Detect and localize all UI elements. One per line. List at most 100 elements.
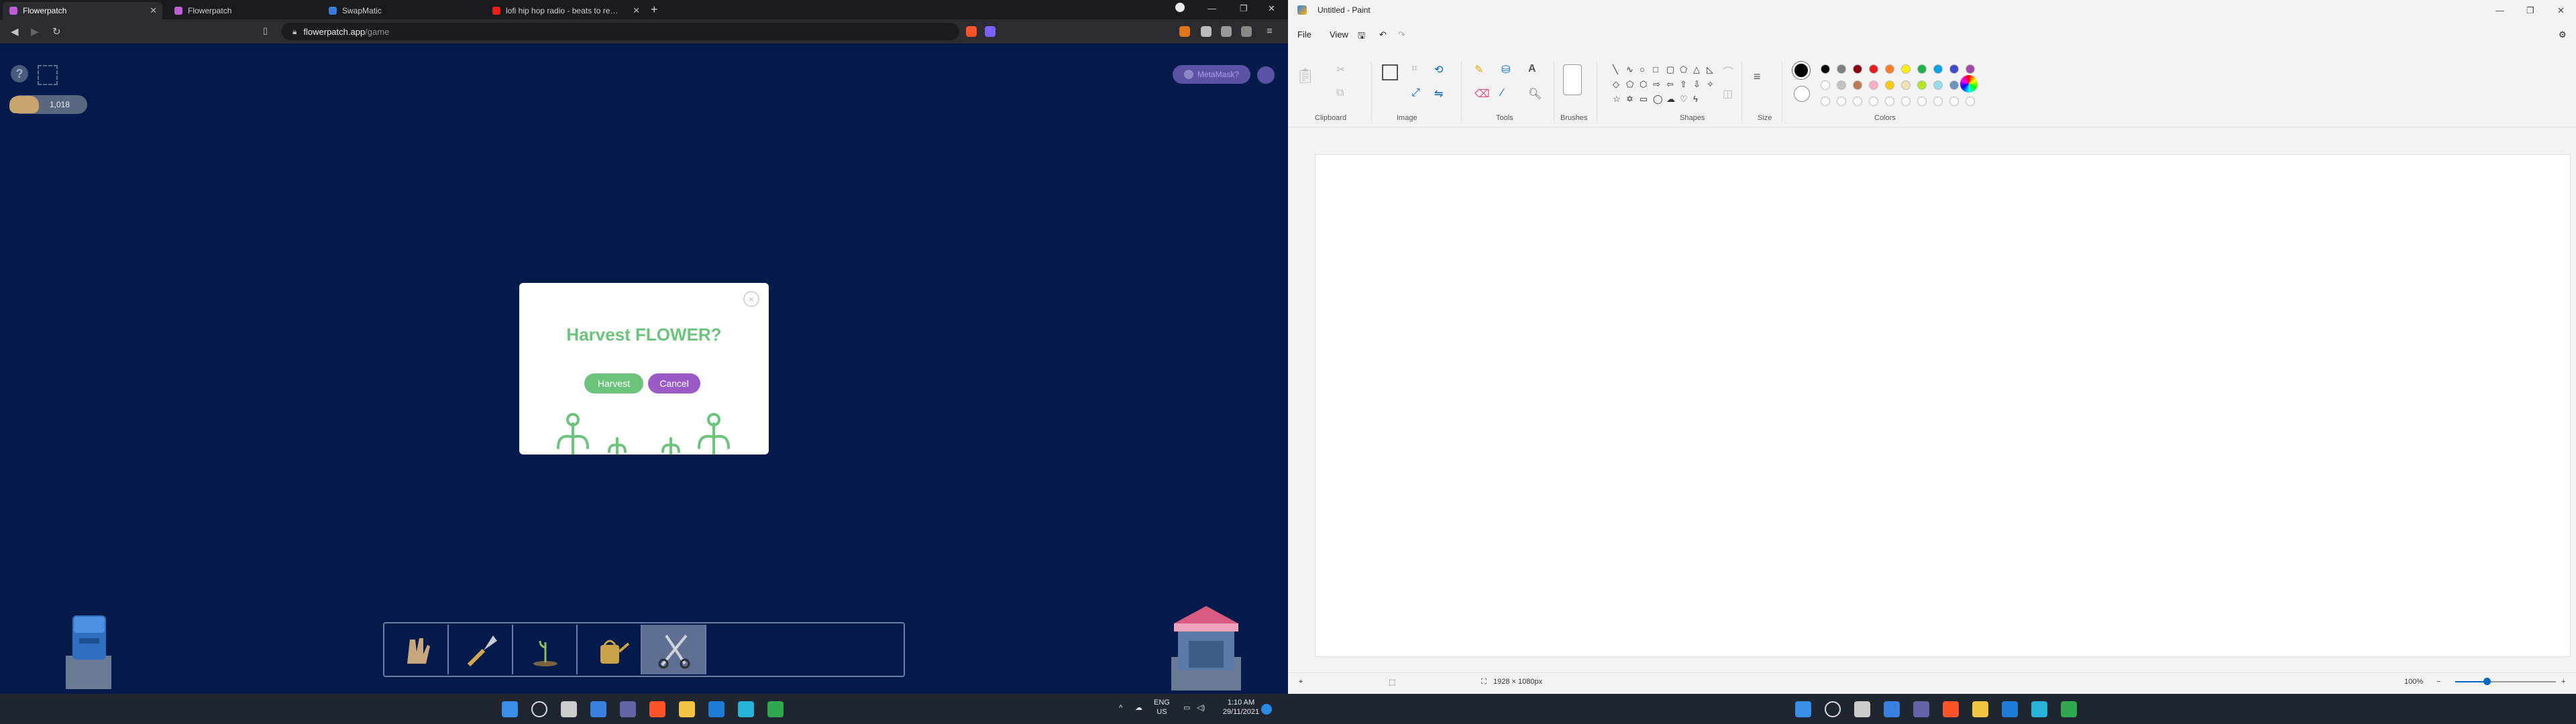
secondary-color-swatch[interactable]	[1794, 86, 1810, 102]
back-icon[interactable]: ◀	[11, 25, 19, 38]
menu-file[interactable]: File	[1297, 29, 1311, 40]
eraser-icon[interactable]: ⌫	[1474, 87, 1490, 101]
four-point-star-shape-icon[interactable]: ✧	[1707, 79, 1714, 90]
zoom-out-icon[interactable]: −	[2436, 678, 2440, 686]
magnifier-icon[interactable]: 🔍︎	[1528, 87, 1542, 101]
down-arrow-shape-icon[interactable]: ⇩	[1693, 79, 1701, 90]
color-swatch[interactable]	[1821, 64, 1830, 74]
brave-icon[interactable]	[649, 701, 665, 717]
flip-icon[interactable]: ⇋	[1434, 87, 1443, 101]
crop-icon[interactable]: ⌗	[1411, 63, 1417, 75]
pencil-icon[interactable]: ✎	[1474, 63, 1483, 76]
color-swatch[interactable]	[1901, 80, 1911, 90]
curve-shape-icon[interactable]: ∿	[1626, 64, 1633, 75]
color-swatch[interactable]	[1949, 64, 1959, 74]
six-point-star-shape-icon[interactable]: ✡	[1626, 94, 1633, 105]
extensions-icon[interactable]	[1201, 26, 1212, 37]
playlist-icon[interactable]	[1221, 26, 1232, 37]
chevron-up-icon[interactable]: ^	[1119, 703, 1122, 713]
search-icon[interactable]	[531, 701, 547, 717]
close-tab-icon[interactable]: ✕	[633, 5, 640, 16]
metamask-icon[interactable]	[1179, 26, 1190, 37]
new-tab-button[interactable]: +	[651, 3, 658, 17]
harvest-button[interactable]: Harvest	[584, 373, 643, 394]
color-swatch[interactable]	[1853, 80, 1862, 90]
edge-icon[interactable]	[767, 701, 784, 717]
tab-flowerpatch[interactable]: Flowerpatch	[168, 2, 327, 19]
color-swatch[interactable]	[1917, 80, 1927, 90]
tool-seed[interactable]	[513, 625, 578, 674]
bookmark-icon[interactable]: ▯	[263, 25, 268, 36]
custom-color-swatch[interactable]	[1901, 97, 1911, 106]
custom-color-swatch[interactable]	[1885, 97, 1894, 106]
notification-icon[interactable]	[1261, 704, 1272, 715]
edit-colors-icon[interactable]	[1960, 75, 1978, 93]
color-swatch[interactable]	[1853, 64, 1862, 74]
callout-rect-shape-icon[interactable]: ▭	[1640, 94, 1648, 105]
notepad-icon[interactable]	[738, 701, 754, 717]
tab-lofi[interactable]: lofi hip hop radio - beats to relax/stud…	[486, 2, 645, 19]
right-arrow-shape-icon[interactable]: ⇨	[1653, 79, 1660, 90]
network-icon[interactable]: ▭	[1183, 703, 1190, 713]
rectangle-shape-icon[interactable]: □	[1653, 64, 1658, 74]
diamond-shape-icon[interactable]: ◇	[1613, 79, 1619, 90]
lightning-shape-icon[interactable]: ϟ	[1693, 94, 1698, 104]
profile-icon[interactable]	[1175, 3, 1185, 12]
forward-icon[interactable]: ▶	[31, 25, 39, 38]
color-swatch[interactable]	[1933, 80, 1943, 90]
shape-fill-icon[interactable]: ◫	[1723, 87, 1733, 101]
copy-icon[interactable]: ⧉	[1336, 87, 1344, 99]
color-swatch[interactable]	[1837, 80, 1846, 90]
close-dialog-icon[interactable]: ×	[743, 291, 759, 307]
share-icon[interactable]: ⚙	[2559, 29, 2567, 40]
teams-icon[interactable]	[620, 701, 636, 717]
fullscreen-icon[interactable]	[38, 65, 58, 85]
right-triangle-shape-icon[interactable]: ◺	[1707, 64, 1713, 75]
custom-color-swatch[interactable]	[1869, 97, 1878, 106]
shop-icon[interactable]	[1165, 603, 1248, 690]
line-shape-icon[interactable]: ╲	[1613, 64, 1618, 75]
text-icon[interactable]: A	[1528, 63, 1536, 75]
custom-color-swatch[interactable]	[1821, 97, 1830, 106]
oval-shape-icon[interactable]: ○	[1640, 64, 1645, 74]
triangle-shape-icon[interactable]: △	[1693, 64, 1700, 75]
brave-icon[interactable]	[1943, 701, 1959, 717]
teams-icon[interactable]	[1913, 701, 1929, 717]
tool-trowel[interactable]	[449, 625, 513, 674]
file-explorer-icon[interactable]	[1972, 701, 1988, 717]
cut-icon[interactable]: ✂	[1336, 63, 1345, 76]
tool-watering-can[interactable]	[578, 625, 642, 674]
custom-color-swatch[interactable]	[1853, 97, 1862, 106]
polygon-shape-icon[interactable]: ⬠	[1680, 64, 1687, 75]
search-icon[interactable]	[1825, 701, 1841, 717]
widgets-icon[interactable]	[590, 701, 606, 717]
maximize-icon[interactable]: ❐	[2526, 5, 2534, 16]
game-area[interactable]: ? 1,018 MetaMask? × Harvest FLOWER? Harv…	[0, 44, 1288, 694]
color-swatch[interactable]	[1966, 64, 1975, 74]
menu-round-button[interactable]	[1257, 66, 1275, 84]
tool-shears[interactable]	[642, 625, 706, 674]
fill-icon[interactable]: ⛁	[1501, 63, 1510, 76]
url-field[interactable]: 🔒︎ flowerpatch.app/game	[282, 23, 959, 40]
tool-gloves[interactable]	[384, 625, 449, 674]
color-swatch[interactable]	[1869, 80, 1878, 90]
close-window-icon[interactable]: ✕	[1268, 3, 1275, 14]
task-view-icon[interactable]	[561, 701, 577, 717]
five-point-star-shape-icon[interactable]: ☆	[1613, 94, 1621, 105]
color-swatch[interactable]	[1885, 64, 1894, 74]
pentagon-shape-icon[interactable]: ⬠	[1626, 79, 1633, 90]
vscode-icon[interactable]	[2002, 701, 2018, 717]
color-picker-icon[interactable]: ⁄	[1501, 87, 1503, 99]
minimize-icon[interactable]: —	[1208, 3, 1216, 13]
minimize-icon[interactable]: —	[2496, 5, 2504, 15]
close-tab-icon[interactable]: ✕	[150, 5, 157, 16]
heart-shape-icon[interactable]: ♡	[1680, 94, 1688, 105]
outline-icon[interactable]: ⌒	[1723, 63, 1733, 79]
tab-flowerpatch-active[interactable]: Flowerpatch ✕	[3, 2, 162, 19]
connect-wallet-button[interactable]: MetaMask?	[1173, 65, 1250, 84]
notepad-icon[interactable]	[2031, 701, 2047, 717]
tab-swapmatic[interactable]: SwapMatic	[322, 2, 482, 19]
menu-icon[interactable]: ≡	[1267, 25, 1273, 37]
custom-color-swatch[interactable]	[1966, 97, 1975, 106]
redo-icon[interactable]: ↷	[1398, 29, 1405, 40]
